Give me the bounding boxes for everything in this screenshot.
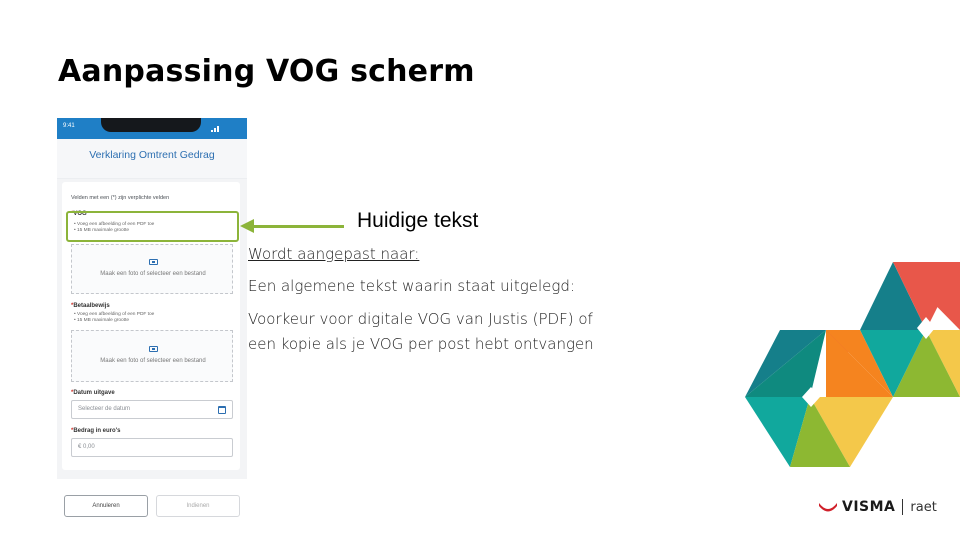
photo-icon [149,259,158,265]
betaalbewijs-hint-size: • 15 MB maximale grootte [74,318,130,323]
company-logo: VISMA raet [818,497,937,517]
logo-divider [902,499,904,515]
current-text-highlight [66,211,239,242]
vog-upload-area[interactable]: Maak een foto of selecteer een bestand [71,244,233,294]
slide-title: Aanpassing VOG scherm [58,54,475,89]
betaalbewijs-upload-text: Maak een foto of selecteer een bestand [100,358,206,364]
change-description: Een algemene tekst waarin staat uitgeleg… [248,277,575,295]
submit-button[interactable]: Indienen [156,495,240,517]
logo-brand: VISMA [842,499,896,515]
arrow-line [252,225,344,228]
betaalbewijs-label: *Betaalbewijs [71,303,110,309]
callout-label: Huidige tekst [357,209,479,232]
change-detail-line2: een kopie als je VOG per post hebt ontva… [248,335,594,353]
change-heading: Wordt aangepast naar: [248,245,420,263]
visma-logo-icon [819,503,837,512]
screen-title: Verklaring Omtrent Gedrag [89,149,215,161]
logo-sub: raet [910,499,937,515]
arrow-head-icon [240,219,254,233]
signal-icon [211,125,221,132]
change-detail-line1: Voorkeur voor digitale VOG van Justis (P… [248,310,593,328]
decorative-triangles [745,262,960,467]
cancel-button[interactable]: Annuleren [64,495,148,517]
vog-upload-text: Maak een foto of selecteer een bestand [100,271,206,277]
bedrag-input[interactable]: € 0,00 [71,438,233,457]
datum-input[interactable]: Selecteer de datum [71,400,233,419]
bedrag-label: *Bedrag in euro's [71,428,121,434]
datum-label: *Datum uitgave [71,390,115,396]
bedrag-placeholder: € 0,00 [78,444,95,450]
phone-notch [101,118,201,132]
required-fields-note: Velden met een (*) zijn verplichte velde… [71,195,170,201]
phone-mockup: 9:41 Verklaring Omtrent Gedrag Velden me… [57,118,247,528]
photo-icon [149,346,158,352]
datum-placeholder: Selecteer de datum [78,406,131,412]
status-time: 9:41 [63,123,75,129]
calendar-icon[interactable] [218,406,226,414]
betaalbewijs-upload-area[interactable]: Maak een foto of selecteer een bestand [71,330,233,382]
